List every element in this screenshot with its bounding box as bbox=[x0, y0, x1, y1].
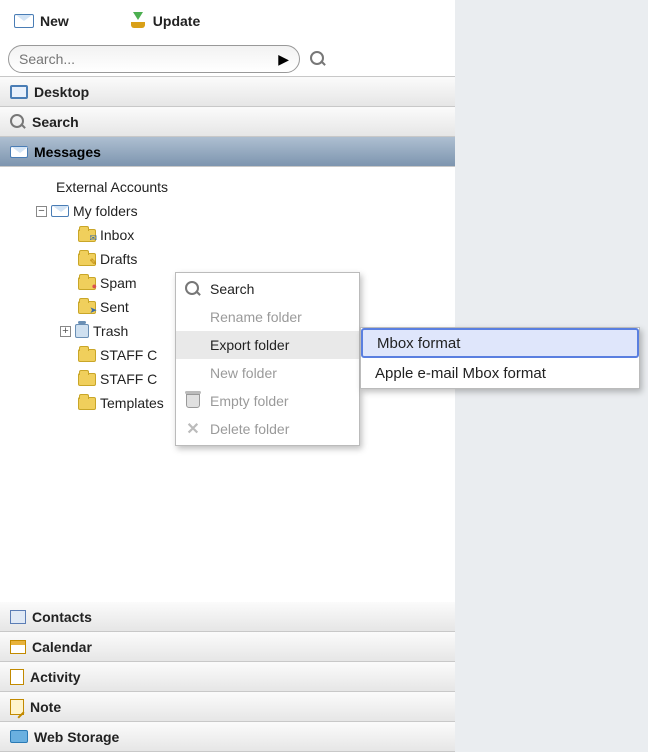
export-submenu: Mbox format Apple e-mail Mbox format bbox=[360, 327, 640, 389]
search-go-icon[interactable]: ▶ bbox=[278, 51, 289, 68]
accordion-web-storage[interactable]: Web Storage bbox=[0, 722, 455, 752]
search-icon bbox=[10, 114, 26, 130]
note-label: Note bbox=[30, 699, 61, 715]
activity-icon bbox=[10, 669, 24, 685]
contacts-icon bbox=[10, 610, 26, 624]
sent-folder-icon bbox=[78, 301, 96, 314]
accordion-search[interactable]: Search bbox=[0, 107, 455, 137]
bin-icon bbox=[186, 394, 200, 408]
search-icon bbox=[185, 281, 201, 297]
accordion-calendar[interactable]: Calendar bbox=[0, 632, 455, 662]
expand-icon[interactable]: + bbox=[60, 326, 71, 337]
desktop-label: Desktop bbox=[34, 84, 89, 100]
folder-icon bbox=[78, 349, 96, 362]
activity-label: Activity bbox=[30, 669, 81, 685]
folder-icon bbox=[78, 373, 96, 386]
drafts-folder-icon bbox=[78, 253, 96, 266]
inbox-folder-icon bbox=[78, 229, 96, 242]
collapse-icon[interactable]: − bbox=[36, 206, 47, 217]
accordion-activity[interactable]: Activity bbox=[0, 662, 455, 692]
search-label: Search bbox=[32, 114, 79, 130]
folder-icon bbox=[78, 397, 96, 410]
webstorage-label: Web Storage bbox=[34, 729, 119, 745]
update-icon bbox=[129, 14, 147, 28]
tree-my-folders[interactable]: − My folders bbox=[28, 199, 455, 223]
ctx-search[interactable]: Search bbox=[176, 275, 359, 303]
accordion-note[interactable]: Note bbox=[0, 692, 455, 722]
storage-icon bbox=[10, 730, 28, 743]
ctx-rename-folder: Rename folder bbox=[176, 303, 359, 331]
accordion-messages[interactable]: Messages bbox=[0, 137, 455, 167]
update-button[interactable]: Update bbox=[129, 13, 200, 29]
note-icon bbox=[10, 699, 24, 715]
ctx-delete-folder: ✕ Delete folder bbox=[176, 415, 359, 443]
new-label: New bbox=[40, 13, 69, 29]
desktop-icon bbox=[10, 85, 28, 99]
submenu-apple-mbox-format[interactable]: Apple e-mail Mbox format bbox=[361, 358, 639, 388]
spam-folder-icon bbox=[78, 277, 96, 290]
search-icon[interactable] bbox=[310, 51, 326, 67]
messages-label: Messages bbox=[34, 144, 101, 160]
bottom-accordion: Contacts Calendar Activity Note Web Stor… bbox=[0, 602, 455, 752]
contacts-label: Contacts bbox=[32, 609, 92, 625]
search-input[interactable] bbox=[19, 51, 278, 67]
x-icon: ✕ bbox=[186, 419, 199, 439]
submenu-mbox-format[interactable]: Mbox format bbox=[361, 328, 639, 358]
accordion-contacts[interactable]: Contacts bbox=[0, 602, 455, 632]
ctx-empty-folder: Empty folder bbox=[176, 387, 359, 415]
envelope-icon bbox=[14, 14, 34, 28]
tree-inbox[interactable]: Inbox bbox=[28, 223, 455, 247]
tree-external-accounts[interactable]: External Accounts bbox=[28, 175, 455, 199]
trash-icon bbox=[75, 324, 89, 338]
calendar-icon bbox=[10, 640, 26, 654]
ctx-export-folder[interactable]: Export folder bbox=[176, 331, 359, 359]
toolbar: New Update bbox=[0, 0, 455, 42]
update-label: Update bbox=[153, 13, 200, 29]
search-row: ▶ bbox=[0, 42, 455, 76]
new-button[interactable]: New bbox=[14, 13, 69, 29]
accordion-desktop[interactable]: Desktop bbox=[0, 77, 455, 107]
search-box[interactable]: ▶ bbox=[8, 45, 300, 73]
envelope-icon bbox=[10, 146, 28, 158]
context-menu: Search Rename folder Export folder New f… bbox=[175, 272, 360, 446]
calendar-label: Calendar bbox=[32, 639, 92, 655]
tree-drafts[interactable]: Drafts bbox=[28, 247, 455, 271]
ctx-new-folder: New folder bbox=[176, 359, 359, 387]
envelope-icon bbox=[51, 205, 69, 217]
